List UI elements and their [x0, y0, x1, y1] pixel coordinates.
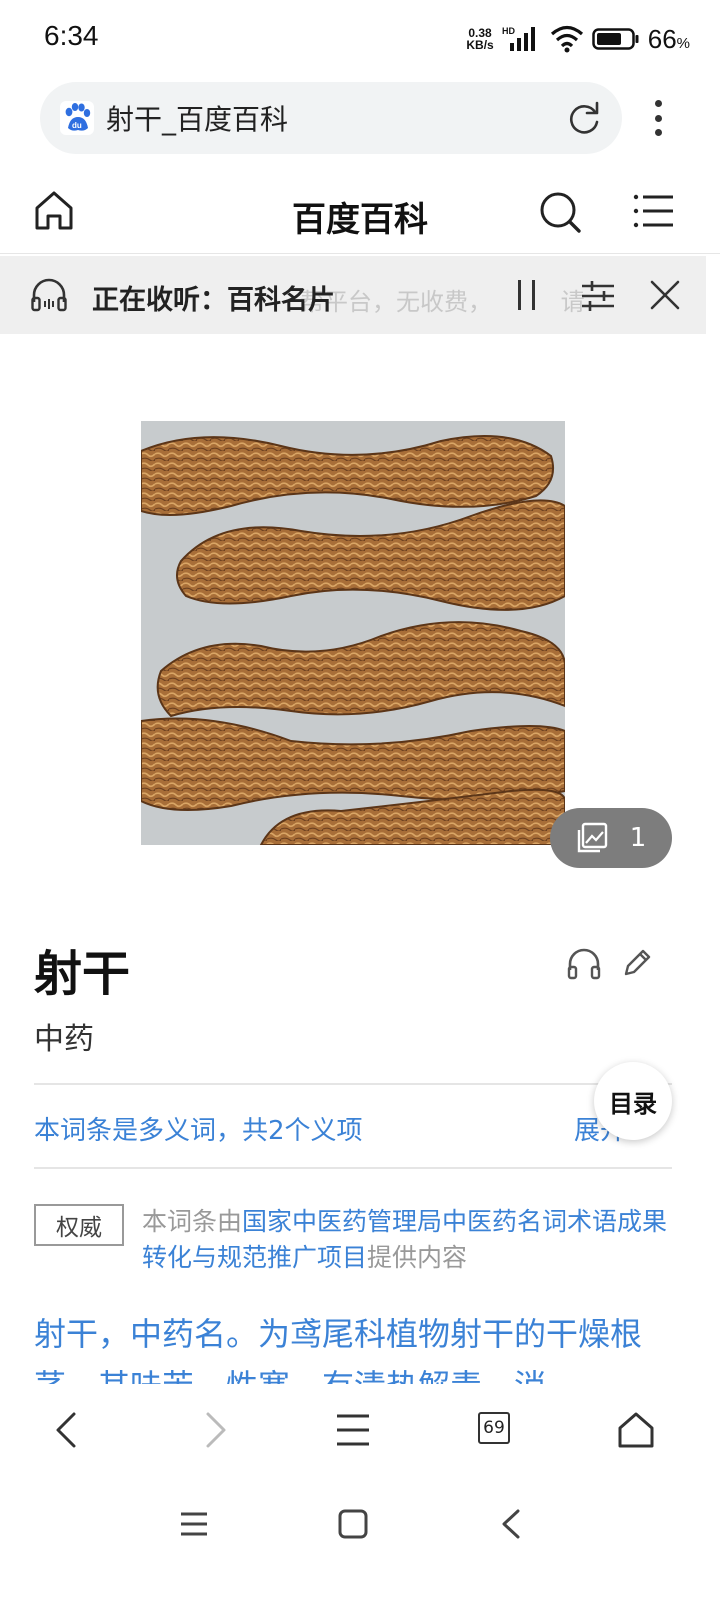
image-count: 1: [629, 823, 647, 853]
edit-pencil-icon[interactable]: [620, 946, 654, 980]
listen-entry-headphones-icon[interactable]: [566, 946, 602, 982]
main-entry-image[interactable]: [141, 421, 565, 845]
adjust-settings-icon[interactable]: [578, 276, 618, 316]
status-indicators: 0.38 KB/s HD 66%: [466, 22, 690, 56]
polysemy-link[interactable]: 本词条是多义词，共2个义项: [34, 1110, 363, 1147]
tabs-button[interactable]: 69: [478, 1412, 510, 1444]
status-time: 6:34: [44, 20, 99, 51]
back-arrow-icon[interactable]: [46, 1408, 90, 1452]
more-menu-icon[interactable]: [638, 98, 678, 138]
site-title: 百度百科: [292, 200, 428, 240]
entry-summary: 射干，中药名。为鸢尾科植物射干的干燥根茎。其味苦，性寒。有清热解毒，消: [34, 1315, 643, 1384]
pause-icon[interactable]: [516, 278, 540, 312]
svg-text:du: du: [72, 121, 82, 130]
menu-icon[interactable]: [331, 1408, 375, 1452]
svg-text:HD: HD: [502, 26, 515, 36]
site-header: 百度百科: [0, 170, 720, 254]
forward-arrow-icon[interactable]: [192, 1408, 236, 1452]
system-navigation-bar: [0, 1476, 720, 1600]
wifi-icon: [550, 25, 583, 53]
battery-percentage: 66%: [647, 23, 690, 54]
authority-badge: 权威: [34, 1204, 124, 1246]
address-bar[interactable]: du 射干_百度百科: [40, 82, 622, 154]
authority-source-text: 本词条由国家中医药管理局中医药名词术语成果转化与规范推广项目提供内容: [142, 1207, 668, 1272]
page-title: 射干_百度百科: [106, 103, 289, 136]
table-of-contents-button[interactable]: 目录: [594, 1062, 672, 1140]
search-icon[interactable]: [538, 190, 582, 234]
close-icon[interactable]: [646, 276, 684, 314]
listen-status-label: 正在收听：百科名片: [92, 285, 335, 316]
recent-apps-icon[interactable]: [176, 1506, 212, 1542]
status-bar: 6:34 0.38 KB/s HD 66%: [0, 0, 720, 78]
baidu-paw-icon: du: [60, 101, 94, 135]
system-back-icon[interactable]: [494, 1506, 530, 1542]
browser-toolbar: [0, 1384, 720, 1476]
rhizome-photo: [141, 421, 565, 845]
audio-listen-bar[interactable]: 帮平台，无收费， 请 正在收听：百科名片: [0, 256, 706, 334]
reload-icon[interactable]: [564, 98, 604, 138]
image-gallery-button[interactable]: 1: [550, 808, 672, 868]
gallery-icon: [577, 822, 607, 853]
network-speed: 0.38 KB/s: [466, 26, 494, 52]
home-square-icon[interactable]: [335, 1506, 371, 1542]
entry-title: 射干: [34, 946, 131, 1002]
list-menu-icon[interactable]: [632, 190, 674, 232]
battery-icon: [591, 28, 639, 50]
divider: [34, 1083, 672, 1085]
entry-subtitle: 中药: [34, 1022, 94, 1057]
divider: [34, 1167, 672, 1169]
cellular-signal-icon: HD: [502, 26, 535, 51]
headphones-icon: [31, 278, 67, 312]
listen-scrolling-text: 帮平台，无收费， 请: [300, 288, 585, 316]
home-icon[interactable]: [614, 1408, 658, 1452]
